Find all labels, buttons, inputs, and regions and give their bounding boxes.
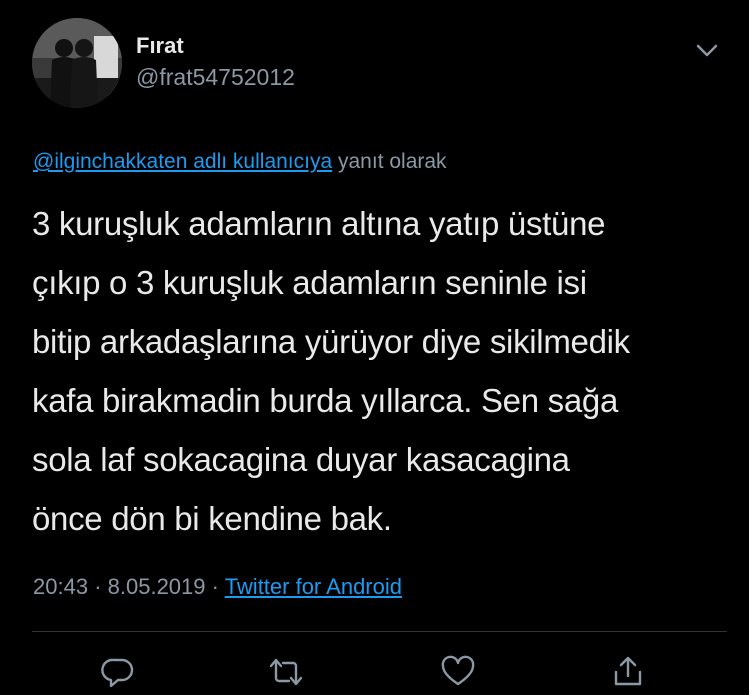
tweet-line: kafa birakmadin burda yıllarca. Sen sağa [32, 382, 618, 419]
tweet-line: sola laf sokacagina duyar kasacagina [32, 441, 570, 478]
divider [32, 631, 727, 632]
author-info: Fırat @frat54752012 [136, 32, 295, 92]
tweet-text: 3 kuruşluk adamların altına yatıp üstüne… [32, 194, 732, 548]
like-icon[interactable] [440, 654, 476, 690]
retweet-icon[interactable] [268, 654, 304, 690]
author-display-name[interactable]: Fırat [136, 32, 295, 60]
tweet-time: 20:43 [33, 574, 89, 599]
author-handle[interactable]: @frat54752012 [136, 62, 295, 92]
tweet-date: 8.05.2019 [107, 574, 206, 599]
reply-context: @ilginchakkaten adlı kullanıcıya yanıt o… [33, 148, 447, 176]
reply-icon[interactable] [100, 654, 136, 690]
tweet-meta: 20:43 · 8.05.2019 · Twitter for Android [33, 573, 402, 601]
reply-suffix: yanıt olarak [338, 150, 447, 173]
share-icon[interactable] [610, 654, 646, 690]
tweet-source-link[interactable]: Twitter for Android [225, 574, 402, 599]
tweet-actions [0, 654, 749, 694]
meta-separator: · [211, 574, 219, 599]
tweet-line: çıkıp o 3 kuruşluk adamların seninle isi [32, 264, 587, 301]
avatar[interactable] [32, 18, 122, 108]
tweet-line: önce dön bi kendine bak. [32, 500, 392, 537]
chevron-down-icon[interactable] [692, 38, 722, 62]
tweet-header: Fırat @frat54752012 [32, 18, 732, 110]
tweet-line: bitip arkadaşlarına yürüyor diye sikilme… [32, 323, 630, 360]
meta-separator: · [94, 574, 102, 599]
reply-mention-link[interactable]: @ilginchakkaten adlı kullanıcıya [33, 150, 332, 173]
avatar-image [32, 18, 122, 108]
tweet-line: 3 kuruşluk adamların altına yatıp üstüne [32, 205, 606, 242]
